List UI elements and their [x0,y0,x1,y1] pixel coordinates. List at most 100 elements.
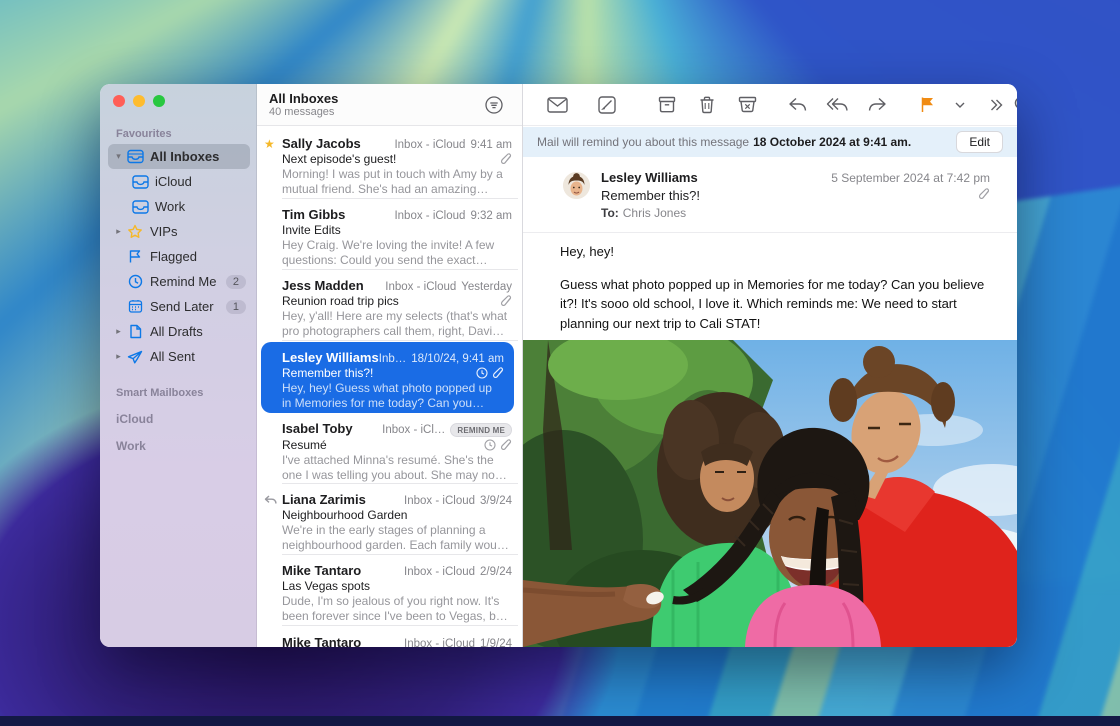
message-subject: Resumé [282,438,327,452]
star-icon: ★ [264,137,280,151]
sidebar-item-all-inboxes[interactable]: ▾ All Inboxes [108,144,250,169]
message-time: Yesterday [461,281,512,293]
mailbox-label: Inbox - iCloud [385,281,456,293]
inbox-tray-icon [130,200,150,214]
message-row-tim-gibbs[interactable]: Tim Gibbs Inbox - iCloud9:32 am Invite E… [257,199,522,270]
reading-pane: Mail will remind you about this message … [523,84,1017,647]
message-list-pane: All Inboxes 40 messages ★ Sally Jacobs I… [257,84,523,647]
email-photo-attachment[interactable] [523,340,1017,647]
chevron-right-icon[interactable]: ▸ [112,351,125,362]
sender-avatar[interactable] [563,172,590,199]
edit-reminder-button[interactable]: Edit [956,131,1003,153]
message-preview: Hey, hey! Guess what photo popped up in … [282,381,504,411]
sender-name: Tim Gibbs [282,207,345,222]
recipient-name[interactable]: Chris Jones [623,206,686,220]
to-label: To: [601,206,619,220]
message-preview: Hey Craig. We're loving the invite! A fe… [282,238,512,268]
trash-icon[interactable] [687,90,727,120]
more-toolbar-items-icon[interactable] [983,90,1009,120]
message-preview: I've attached Minna's resumé. She's the … [282,453,512,483]
get-mail-envelope-icon[interactable] [537,90,577,120]
sender-name: Jess Madden [282,278,364,293]
message-time: 2/9/24 [480,566,512,578]
sidebar-item-icloud-inbox[interactable]: iCloud [108,169,250,194]
close-window-button[interactable] [113,95,125,107]
sidebar-item-vips[interactable]: ▸ VIPs [108,219,250,244]
sidebar-item-work-inbox[interactable]: Work [108,194,250,219]
flag-icon [125,249,145,264]
chevron-right-icon[interactable]: ▸ [112,226,125,237]
sender-name: Mike Tantaro [282,635,361,647]
inbox-tray-icon [130,175,150,189]
message-subject: Las Vegas spots [282,579,370,593]
sidebar-account-work[interactable]: Work [108,430,250,457]
mailbox-label: Inbox - iCloud [394,210,465,222]
sidebar-item-label: All Drafts [150,324,203,339]
sidebar-item-flagged[interactable]: Flagged [108,244,250,269]
message-subject: Neighbourhood Garden [282,508,407,522]
sidebar-section-smart-mailboxes[interactable]: Smart Mailboxes [108,381,250,403]
message-subject: Invite Edits [282,223,341,237]
sidebar-section-favourites: Favourites [108,122,250,144]
zoom-window-button[interactable] [153,95,165,107]
sender-name: Sally Jacobs [282,136,361,151]
mail-window: Favourites ▾ All Inboxes iCloud Work [100,84,1017,647]
minimize-window-button[interactable] [133,95,145,107]
message-row-lesley-williams-selected[interactable]: Lesley Williams Inb…18/10/24, 9:41 am Re… [261,342,514,413]
message-header: Lesley Williams 5 September 2024 at 7:42… [523,157,1017,233]
message-row-sally-jacobs[interactable]: ★ Sally Jacobs Inbox - iCloud9:41 am Nex… [257,128,522,199]
flag-chevron-down-icon[interactable] [947,90,973,120]
compose-icon[interactable] [587,90,627,120]
message-list-header: All Inboxes 40 messages [257,84,522,126]
sidebar-item-all-sent[interactable]: ▸ All Sent [108,344,250,369]
body-paragraph: Hey, hey! [560,242,987,262]
reply-icon[interactable] [777,90,817,120]
mailbox-label: Inbox - iCl… [382,424,445,436]
message-row-mike-tantaro-2[interactable]: Mike Tantaro Inbox - iCloud1/9/24 [257,627,522,647]
message-row-jess-madden[interactable]: Jess Madden Inbox - iCloud Yesterday Reun… [257,270,522,341]
message-preview: We're in the early stages of planning a … [282,523,512,553]
message-subject: Reunion road trip pics [282,294,399,308]
mailbox-title: All Inboxes [269,91,338,106]
sidebar-account-icloud[interactable]: iCloud [108,403,250,430]
filter-icon[interactable] [484,95,504,115]
message-time: 18/10/24, 9:41 am [411,353,504,365]
recipient-line: To: Chris Jones [601,206,686,220]
chevron-down-icon[interactable]: ▾ [112,151,125,162]
document-icon [125,324,145,339]
message-sender-name: Lesley Williams [601,170,698,185]
message-count: 40 messages [269,106,334,118]
body-paragraph: Guess what photo popped up in Memories f… [560,275,987,334]
mailbox-label: Inbox - iCloud [404,566,475,578]
mail-toolbar [523,84,1017,126]
sidebar-item-label: All Sent [150,349,195,364]
message-row-mike-tantaro-1[interactable]: Mike Tantaro Inbox - iCloud2/9/24 Las Ve… [257,555,522,626]
message-time: 9:41 am [470,139,512,151]
sidebar-item-send-later[interactable]: Send Later 1 [108,294,250,319]
search-icon[interactable] [1009,90,1017,120]
forward-icon[interactable] [857,90,897,120]
sidebar-item-all-drafts[interactable]: ▸ All Drafts [108,319,250,344]
sidebar-item-label: Remind Me [150,274,216,289]
archive-icon[interactable] [647,90,687,120]
reminder-text: Mail will remind you about this message [537,135,749,149]
photo-three-friends-selfie [523,340,1017,647]
sidebar-item-remind-me[interactable]: Remind Me 2 [108,269,250,294]
chevron-right-icon[interactable]: ▸ [112,326,125,337]
message-row-isabel-toby[interactable]: Isabel Toby Inbox - iCl…REMIND ME Resumé… [257,413,522,484]
message-date: 5 September 2024 at 7:42 pm [831,171,990,185]
clock-icon [125,274,145,289]
message-row-liana-zarimis[interactable]: Liana Zarimis Inbox - iCloud3/9/24 Neigh… [257,484,522,555]
sidebar-item-label: iCloud [155,174,192,189]
clock-icon [476,367,488,380]
flag-icon[interactable] [907,90,947,120]
message-subject: Remember this?! [282,366,373,380]
message-subject-line: Remember this?! [601,188,700,203]
star-icon [125,224,145,239]
all-inboxes-icon [125,149,145,164]
junk-icon[interactable] [727,90,767,120]
reply-all-icon[interactable] [817,90,857,120]
send-later-count-badge: 1 [226,300,246,314]
sidebar-item-label: Send Later [150,299,214,314]
unread-count-badge: 2 [226,275,246,289]
